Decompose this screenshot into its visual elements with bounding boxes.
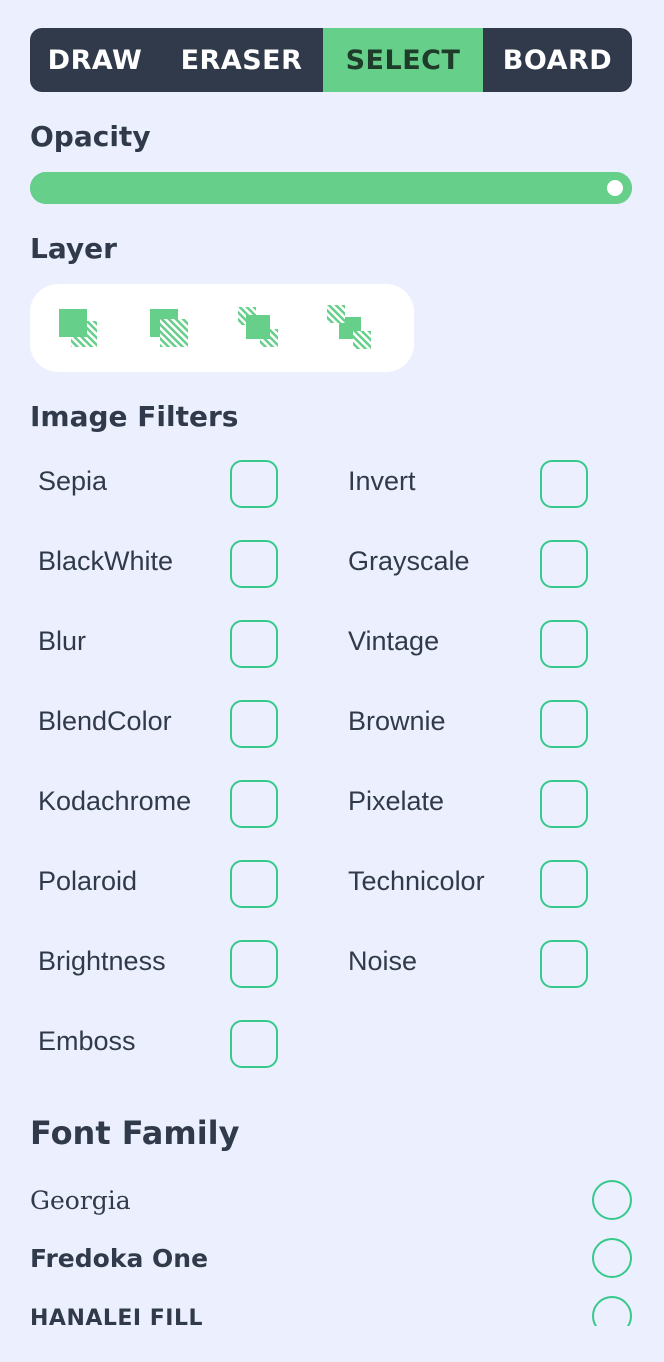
filter-brightness-checkbox[interactable] — [230, 940, 278, 988]
filter-row: Sepia Invert — [30, 444, 650, 524]
font-option-label: Fredoka One — [30, 1244, 209, 1273]
filter-row: Emboss — [30, 1004, 650, 1084]
filter-row: BlackWhite Grayscale — [30, 524, 650, 604]
filter-row: Kodachrome Pixelate — [30, 764, 650, 844]
filter-technicolor-checkbox[interactable] — [540, 860, 588, 908]
filter-blur: Blur — [30, 604, 340, 684]
send-backward-button[interactable] — [324, 300, 377, 356]
filter-noise-checkbox[interactable] — [540, 940, 588, 988]
filter-emboss-checkbox[interactable] — [230, 1020, 278, 1068]
layer-heading: Layer — [30, 232, 117, 265]
filter-row: Brightness Noise — [30, 924, 650, 1004]
image-filters-heading: Image Filters — [30, 400, 239, 433]
filter-pixelate: Pixelate — [340, 764, 650, 844]
filter-polaroid-checkbox[interactable] — [230, 860, 278, 908]
filter-blackwhite: BlackWhite — [30, 524, 340, 604]
filter-blendcolor: BlendColor — [30, 684, 340, 764]
opacity-slider-thumb[interactable] — [602, 175, 628, 201]
tab-select[interactable]: SELECT — [323, 28, 483, 92]
filter-row: Blur Vintage — [30, 604, 650, 684]
filter-sepia: Sepia — [30, 444, 340, 524]
filter-kodachrome: Kodachrome — [30, 764, 340, 844]
list-clip — [0, 1326, 664, 1362]
filter-label: Invert — [348, 466, 416, 496]
font-family-heading: Font Family — [30, 1114, 240, 1152]
filter-noise: Noise — [340, 924, 650, 1004]
filter-technicolor: Technicolor — [340, 844, 650, 924]
filter-label: BlackWhite — [38, 546, 174, 576]
filter-grayscale: Grayscale — [340, 524, 650, 604]
filter-blur-checkbox[interactable] — [230, 620, 278, 668]
filter-label: Brightness — [38, 946, 166, 976]
filter-emboss: Emboss — [30, 1004, 350, 1084]
bring-to-front-icon — [59, 309, 98, 347]
send-to-back-icon — [149, 309, 188, 347]
tab-board[interactable]: BOARD — [483, 28, 632, 92]
filter-brownie-checkbox[interactable] — [540, 700, 588, 748]
filter-label: Sepia — [38, 466, 108, 496]
filter-kodachrome-checkbox[interactable] — [230, 780, 278, 828]
font-option-georgia[interactable]: Georgia — [30, 1174, 632, 1232]
filter-sepia-checkbox[interactable] — [230, 460, 278, 508]
send-backward-icon — [326, 305, 371, 349]
tab-eraser[interactable]: ERASER — [160, 28, 323, 92]
font-fredoka-one-radio[interactable] — [592, 1238, 632, 1278]
font-option-label: Georgia — [30, 1186, 131, 1215]
send-to-back-button[interactable] — [143, 300, 196, 356]
filter-vintage-checkbox[interactable] — [540, 620, 588, 668]
filter-row: BlendColor Brownie — [30, 684, 650, 764]
filter-polaroid: Polaroid — [30, 844, 340, 924]
image-filters-grid: Sepia Invert BlackWhite Grayscale Blur V… — [30, 444, 650, 1084]
filter-label: Vintage — [348, 626, 440, 656]
bring-forward-icon — [238, 307, 279, 347]
filter-vintage: Vintage — [340, 604, 650, 684]
filter-label: Pixelate — [348, 786, 445, 816]
tab-draw[interactable]: DRAW — [30, 28, 160, 92]
filter-invert: Invert — [340, 444, 650, 524]
filter-label: Noise — [348, 946, 418, 976]
opacity-slider-fill — [30, 172, 632, 204]
bring-to-front-button[interactable] — [52, 300, 105, 356]
filter-label: Blur — [38, 626, 87, 656]
filter-label: Emboss — [38, 1026, 136, 1056]
filter-invert-checkbox[interactable] — [540, 460, 588, 508]
filter-label: Polaroid — [38, 866, 138, 896]
font-georgia-radio[interactable] — [592, 1180, 632, 1220]
filter-blendcolor-checkbox[interactable] — [230, 700, 278, 748]
filter-label: Technicolor — [348, 866, 485, 896]
opacity-slider[interactable] — [30, 172, 632, 204]
tool-tabs: DRAW ERASER SELECT BOARD — [30, 28, 632, 92]
opacity-heading: Opacity — [30, 120, 151, 153]
layer-controls — [30, 284, 414, 372]
filter-label: Brownie — [348, 706, 446, 736]
filter-brightness: Brightness — [30, 924, 340, 1004]
filter-label: Kodachrome — [38, 786, 192, 816]
font-option-fredoka-one[interactable]: Fredoka One — [30, 1232, 632, 1290]
bring-forward-button[interactable] — [233, 300, 286, 356]
filter-pixelate-checkbox[interactable] — [540, 780, 588, 828]
filter-brownie: Brownie — [340, 684, 650, 764]
filter-label: BlendColor — [38, 706, 172, 736]
font-family-list: Georgia Fredoka One HANALEI FILL — [30, 1174, 632, 1348]
filter-label: Grayscale — [348, 546, 470, 576]
filter-blackwhite-checkbox[interactable] — [230, 540, 278, 588]
filter-row: Polaroid Technicolor — [30, 844, 650, 924]
filter-grayscale-checkbox[interactable] — [540, 540, 588, 588]
